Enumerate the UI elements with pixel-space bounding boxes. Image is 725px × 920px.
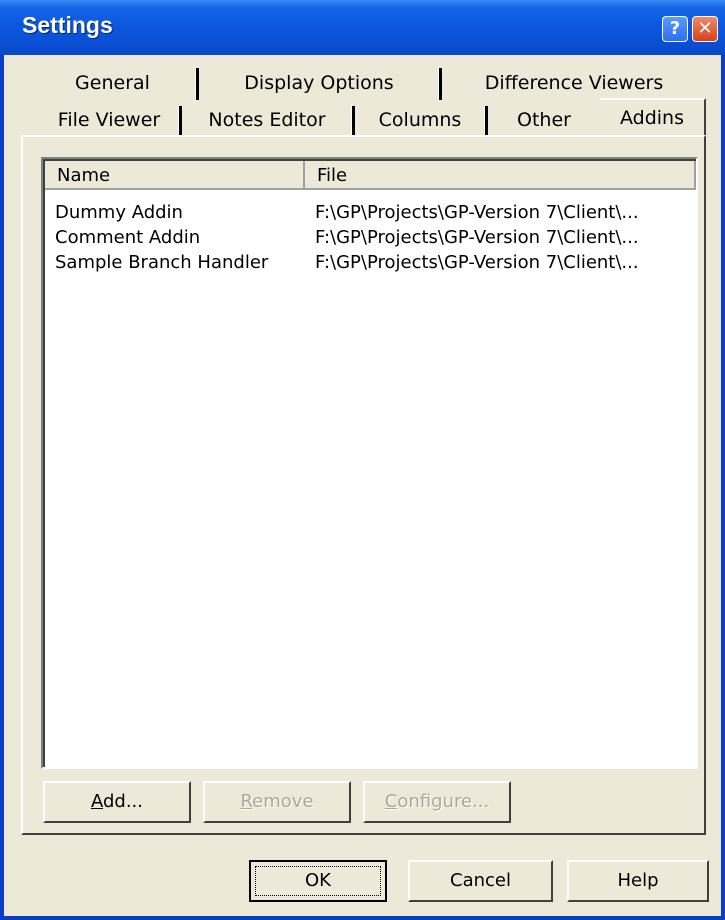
remove-button[interactable]: Remove xyxy=(203,781,351,823)
addins-list[interactable]: Name File Dummy Addin F:\GP\Projects\GP-… xyxy=(41,157,698,769)
tab-label: Difference Viewers xyxy=(484,72,664,94)
column-header-name[interactable]: Name xyxy=(45,161,305,190)
tab-separator xyxy=(178,106,182,136)
tab-addins[interactable]: Addins xyxy=(600,98,706,137)
remove-label: emove xyxy=(252,791,314,812)
title-bar[interactable]: Settings ? ✕ xyxy=(0,0,725,55)
tab-other[interactable]: Other xyxy=(489,104,599,136)
tab-file-viewer[interactable]: File Viewer xyxy=(40,104,178,136)
remove-accelerator: R xyxy=(240,791,253,812)
list-inner: Name File Dummy Addin F:\GP\Projects\GP-… xyxy=(43,159,696,767)
help-icon[interactable]: ? xyxy=(662,16,688,42)
tab-label: Other xyxy=(517,109,571,131)
tab-separator xyxy=(438,68,442,100)
tab-label: File Viewer xyxy=(57,109,161,131)
tab-notes-editor[interactable]: Notes Editor xyxy=(183,104,351,136)
tab-label: Display Options xyxy=(244,72,394,94)
close-icon[interactable]: ✕ xyxy=(692,16,718,42)
configure-label: onfigure... xyxy=(397,791,490,812)
tab-label: Notes Editor xyxy=(208,109,326,131)
cancel-button[interactable]: Cancel xyxy=(408,860,553,902)
add-label: dd... xyxy=(102,791,144,812)
addin-name: Dummy Addin xyxy=(55,202,183,223)
tab-general[interactable]: General xyxy=(30,66,195,100)
tab-label: General xyxy=(75,72,150,94)
cancel-label: Cancel xyxy=(450,870,511,891)
tab-columns[interactable]: Columns xyxy=(356,104,484,136)
addin-file: F:\GP\Projects\GP-Version 7\Client\... xyxy=(315,202,639,223)
addin-name: Comment Addin xyxy=(55,227,201,248)
addin-name: Sample Branch Handler xyxy=(55,252,269,273)
configure-button[interactable]: Configure... xyxy=(363,781,511,823)
add-accelerator: A xyxy=(90,791,103,812)
column-header-file[interactable]: File xyxy=(305,161,696,190)
tab-label: Addins xyxy=(619,107,684,129)
tab-display-options[interactable]: Display Options xyxy=(200,66,438,100)
addin-file: F:\GP\Projects\GP-Version 7\Client\... xyxy=(315,252,639,273)
tab-separator xyxy=(484,106,488,136)
tab-difference-viewers[interactable]: Difference Viewers xyxy=(443,66,705,100)
help-button[interactable]: Help xyxy=(567,860,709,902)
addin-file: F:\GP\Projects\GP-Version 7\Client\... xyxy=(315,227,639,248)
ok-button[interactable]: OK xyxy=(249,860,387,902)
focus-rectangle xyxy=(255,866,381,896)
configure-accelerator: C xyxy=(384,791,398,812)
tab-separator xyxy=(351,106,355,136)
add-button[interactable]: Add... xyxy=(43,781,191,823)
help-label: Help xyxy=(617,870,659,891)
tab-label: Columns xyxy=(378,109,462,131)
tab-separator xyxy=(195,68,199,100)
window-title: Settings xyxy=(22,12,113,38)
